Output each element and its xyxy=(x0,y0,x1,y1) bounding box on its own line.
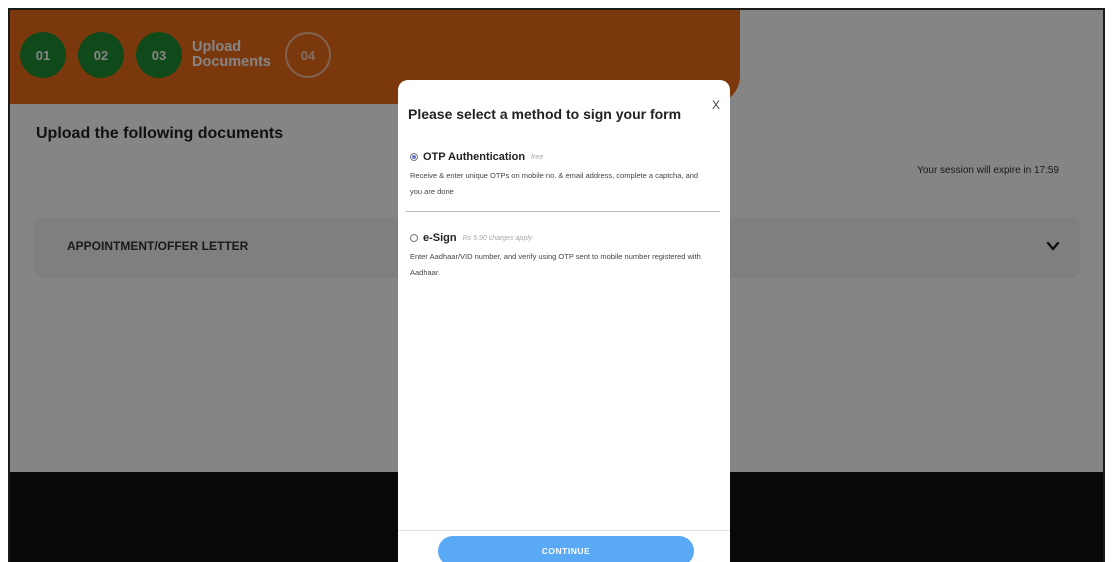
option-name: e-Sign xyxy=(423,232,457,244)
continue-button[interactable]: CONTINUE xyxy=(438,536,694,562)
option-note: free xyxy=(531,153,544,161)
esign-radio[interactable] xyxy=(410,234,418,242)
option-description: Receive & enter unique OTPs on mobile no… xyxy=(410,171,699,196)
otp-radio[interactable] xyxy=(410,153,418,161)
option-name: OTP Authentication xyxy=(423,151,526,163)
sign-method-modal: Please select a method to sign your form… xyxy=(398,80,730,562)
option-description: Enter Aadhaar/VID number, and verify usi… xyxy=(410,252,701,277)
option-e-sign[interactable]: e-Sign Rs 5.90 charges apply Enter Aadha… xyxy=(410,232,718,281)
modal-footer-divider xyxy=(398,530,730,531)
modal-title: Please select a method to sign your form xyxy=(408,106,682,122)
close-button[interactable]: X xyxy=(712,98,720,112)
option-divider xyxy=(406,211,720,212)
option-otp-authentication[interactable]: OTP Authentication free Receive & enter … xyxy=(410,151,718,200)
option-note: Rs 5.90 charges apply xyxy=(462,234,533,242)
